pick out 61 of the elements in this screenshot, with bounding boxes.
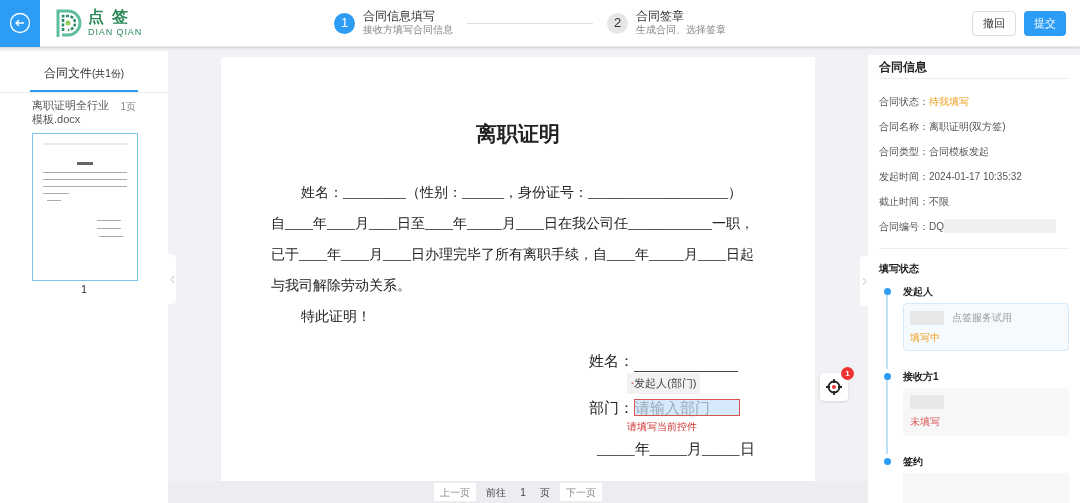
step-subtitle: 接收方填写合同信息	[363, 24, 453, 37]
info-value: 离职证明(双方签)	[929, 119, 1006, 134]
party-status: 填写中	[910, 331, 941, 345]
file-name[interactable]: 离职证明全行业模板.docx	[32, 99, 118, 127]
info-value: DQ	[929, 219, 944, 234]
step-number: 1	[334, 12, 355, 34]
document-paragraph: 已于____年____月____日办理完毕了所有离职手续，自____年_____月____日起	[271, 246, 754, 262]
date-line: _____年_____月_____日	[597, 440, 755, 459]
info-label: 发起时间：	[879, 169, 929, 184]
department-field[interactable]: 请输入部门	[634, 399, 740, 417]
document-paragraph: 自____年____月____日至____年_____月____日在我公司任____________一职，	[271, 215, 754, 231]
document-paragraph: 与我司解除劳动关系。	[271, 277, 411, 293]
section-title: 填写状态	[879, 262, 920, 276]
files-tab[interactable]: 合同文件(共1份)	[29, 55, 139, 92]
party-role: 签约	[903, 455, 924, 469]
locate-button[interactable]	[820, 373, 848, 401]
info-value: 合同模板发起	[929, 144, 989, 159]
file-pages: 1页	[120, 100, 136, 114]
field-error: 请填写当前控件	[627, 420, 697, 434]
name-label: 姓名：	[589, 351, 634, 371]
goto-label: 前往	[486, 485, 507, 500]
logo-name: 点 签	[88, 9, 131, 25]
page-input[interactable]: 1	[516, 484, 530, 500]
party-company: 点签服务试用	[952, 311, 1012, 325]
next-page-button[interactable]: 下一页	[559, 483, 602, 501]
field-tag: *发起人(部门)	[627, 373, 701, 394]
department-label: 部门：	[589, 398, 634, 418]
party-role: 发起人	[903, 285, 934, 299]
step-title: 合同签章	[636, 9, 685, 25]
party-role: 接收方1	[903, 370, 940, 384]
logo-subname: DIAN QIAN	[88, 28, 143, 37]
info-label: 合同编号：	[879, 219, 929, 234]
chevron-right-icon	[861, 276, 867, 286]
page-thumbnail[interactable]	[32, 132, 138, 281]
step-subtitle: 生成合同、选择签章	[636, 24, 726, 37]
step-title: 合同信息填写	[363, 9, 436, 24]
panel-title: 合同信息	[879, 55, 1069, 79]
info-label: 合同名称：	[879, 119, 929, 134]
step-number: 2	[607, 12, 628, 34]
page-number: 1	[79, 281, 89, 297]
collapse-left-handle[interactable]	[168, 254, 176, 304]
info-label: 合同状态：	[879, 94, 929, 109]
party-status: 未填写	[910, 415, 941, 429]
page-unit: 页	[539, 485, 550, 500]
info-label: 合同类型：	[879, 144, 929, 159]
document-paragraph: 特此证明！	[301, 308, 371, 324]
info-value: 待我填写	[929, 94, 969, 109]
back-icon	[9, 12, 31, 34]
document-title: 离职证明	[475, 121, 561, 148]
collapse-right-handle[interactable]	[860, 256, 868, 306]
notification-badge: 1	[841, 367, 854, 380]
logo-icon	[54, 7, 84, 39]
back-button[interactable]	[0, 0, 40, 47]
prev-page-button[interactable]: 上一页	[434, 483, 477, 501]
chevron-left-icon	[169, 274, 175, 284]
document-paragraph: 姓名：_________（性别：______，身份证号：____________________）	[301, 184, 742, 200]
info-label: 截止时间：	[879, 194, 929, 209]
info-value: 不限	[929, 194, 949, 209]
withdraw-button[interactable]: 撤回	[972, 10, 1016, 36]
target-icon	[825, 378, 843, 396]
info-value: 2024-01-17 10:35:32	[929, 169, 1022, 184]
